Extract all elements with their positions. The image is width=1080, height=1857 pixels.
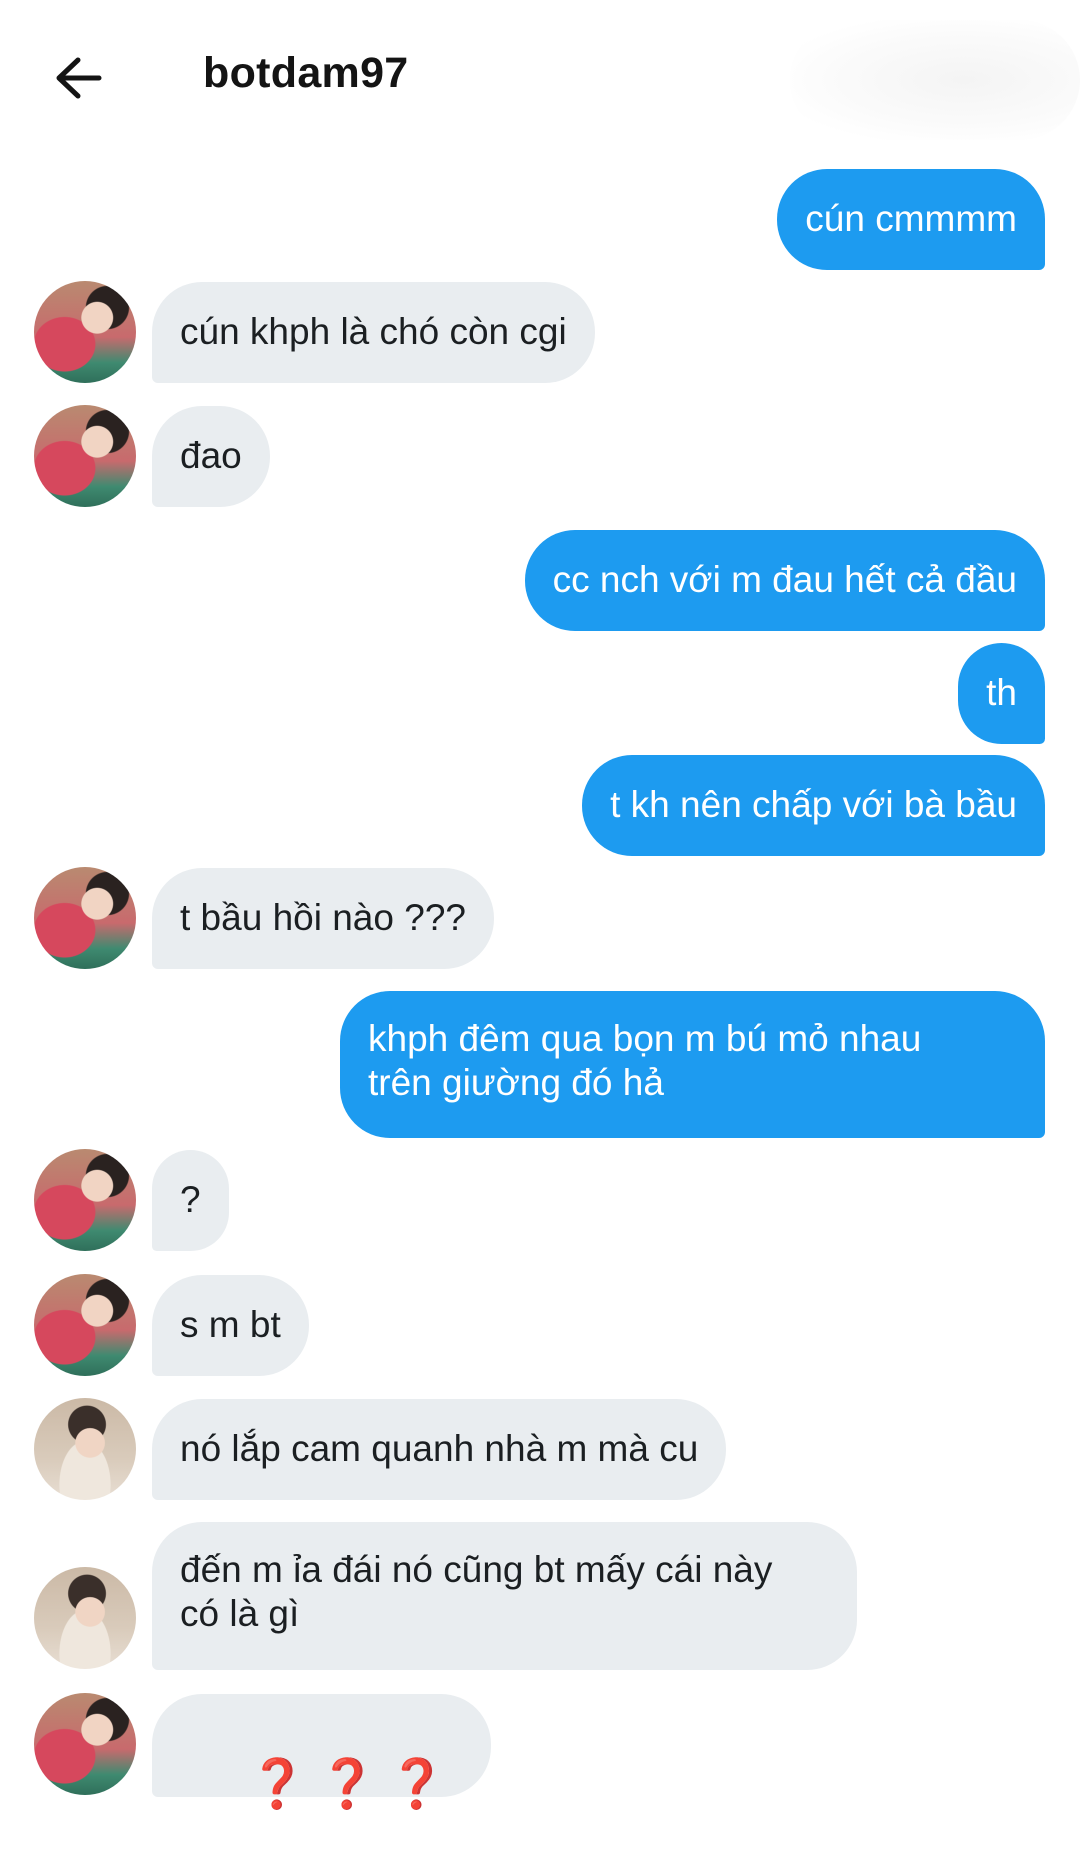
message-received[interactable]: đao: [152, 406, 270, 507]
avatar[interactable]: [34, 1274, 136, 1376]
avatar[interactable]: [34, 1398, 136, 1500]
message-received[interactable]: đến m ỉa đái nó cũng bt mấy cái này có l…: [152, 1522, 857, 1670]
message-sent[interactable]: cún cmmmm: [777, 169, 1045, 270]
message-bubble: đến m ỉa đái nó cũng bt mấy cái này có l…: [152, 1522, 857, 1670]
question-marks-emoji: ❓❓❓: [247, 1758, 457, 1811]
message-sent[interactable]: khph đêm qua bọn m bú mỏ nhau trên giườn…: [340, 991, 1045, 1138]
avatar[interactable]: [34, 281, 136, 383]
message-received[interactable]: nó lắp cam quanh nhà m mà cu: [152, 1399, 727, 1500]
message-received[interactable]: ❓❓❓: [152, 1694, 491, 1809]
message-sent[interactable]: cc nch với m đau hết cả đầu: [524, 530, 1045, 631]
message-bubble: nó lắp cam quanh nhà m mà cu: [152, 1399, 727, 1500]
avatar[interactable]: [34, 1693, 136, 1795]
message-bubble: cc nch với m đau hết cả đầu: [524, 530, 1045, 631]
message-sent[interactable]: t kh nên chấp với bà bầu: [582, 755, 1045, 856]
avatar[interactable]: [34, 405, 136, 507]
message-bubble: th: [958, 643, 1045, 744]
message-bubble: ❓❓❓: [152, 1694, 491, 1809]
message-bubble: ?: [152, 1150, 229, 1251]
message-bubble: cún khph là chó còn cgi: [152, 282, 595, 383]
message-bubble: khph đêm qua bọn m bú mỏ nhau trên giườn…: [340, 991, 1045, 1138]
message-list: cún cmmmm cún khph là chó còn cgi đao cc…: [0, 0, 1080, 1809]
message-received[interactable]: cún khph là chó còn cgi: [152, 282, 595, 383]
avatar[interactable]: [34, 1149, 136, 1251]
message-received[interactable]: ?: [152, 1150, 229, 1251]
avatar[interactable]: [34, 1567, 136, 1669]
message-sent[interactable]: th: [958, 643, 1045, 744]
message-bubble: s m bt: [152, 1275, 309, 1376]
avatar[interactable]: [34, 867, 136, 969]
message-bubble: cún cmmmm: [777, 169, 1045, 270]
message-bubble: t bầu hồi nào ???: [152, 868, 494, 969]
message-received[interactable]: t bầu hồi nào ???: [152, 868, 494, 969]
message-bubble: t kh nên chấp với bà bầu: [582, 755, 1045, 856]
message-received[interactable]: s m bt: [152, 1275, 309, 1376]
message-bubble: đao: [152, 406, 270, 507]
